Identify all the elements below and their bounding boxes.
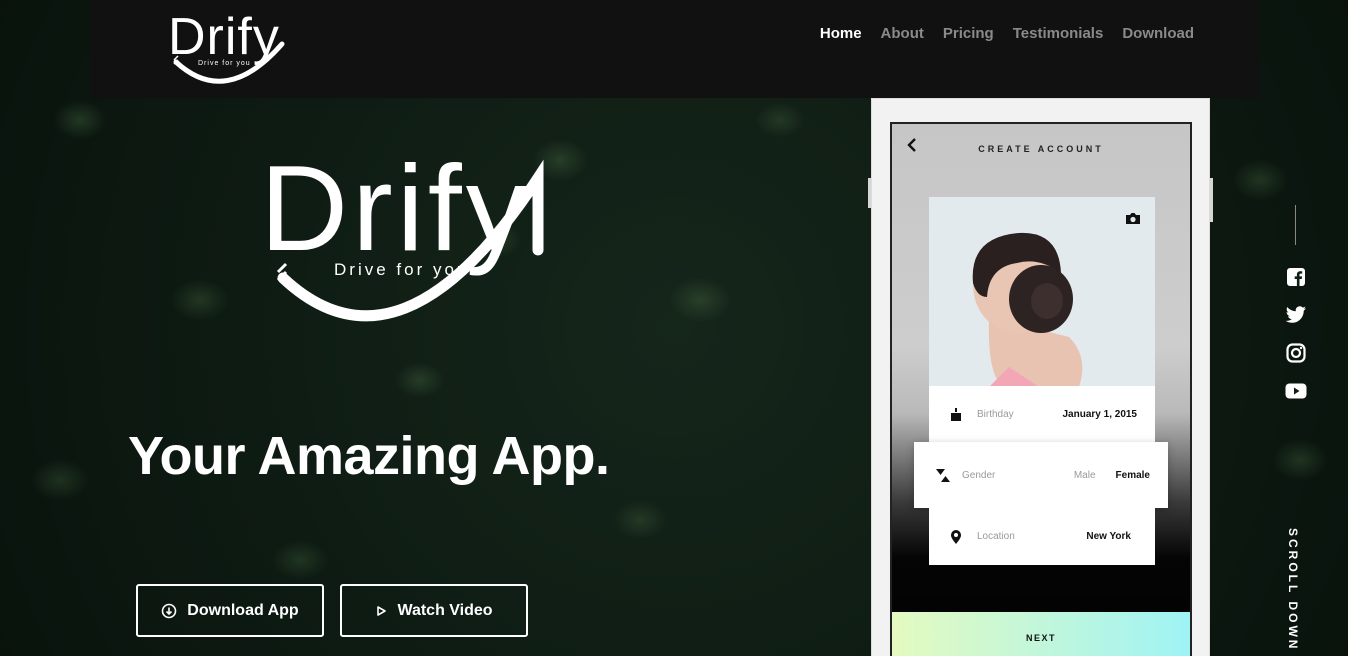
location-label: Location [977, 531, 1015, 542]
twitter-icon[interactable] [1285, 304, 1307, 326]
play-icon [375, 605, 387, 617]
location-value: New York [1086, 531, 1131, 542]
location-row[interactable]: Location New York [929, 508, 1155, 565]
scroll-down-indicator[interactable]: SCROLL DOWN [1286, 528, 1300, 651]
gender-option-male[interactable]: Male [1074, 470, 1096, 481]
hero-headline: Your Amazing App. [128, 426, 610, 486]
birthday-row[interactable]: Birthday January 1, 2015 [929, 386, 1155, 442]
cake-icon [941, 407, 971, 421]
location-pin-icon [941, 529, 971, 545]
phone-screen: CREATE ACCOUNT Birthday January 1, 2015 [890, 122, 1192, 656]
gender-icon [928, 467, 958, 483]
top-navbar: Drify Drive for you Home About Pricing T… [90, 0, 1260, 98]
create-account-title: CREATE ACCOUNT [978, 144, 1104, 154]
watch-video-button[interactable]: Watch Video [340, 584, 528, 637]
nav-item-home[interactable]: Home [820, 25, 862, 42]
instagram-icon[interactable] [1285, 342, 1307, 364]
nav-item-pricing[interactable]: Pricing [943, 25, 994, 42]
profile-photo[interactable] [929, 197, 1155, 387]
birthday-label: Birthday [977, 408, 1014, 420]
youtube-icon[interactable] [1285, 380, 1307, 402]
camera-icon[interactable] [1125, 211, 1141, 230]
navbar-logo[interactable]: Drify Drive for you [166, 4, 286, 90]
social-divider [1295, 205, 1296, 245]
facebook-icon[interactable] [1285, 266, 1307, 288]
next-button[interactable]: NEXT [892, 612, 1190, 656]
hero-logo-wordmark: Drify [260, 140, 531, 276]
nav-item-about[interactable]: About [881, 25, 924, 42]
nav-item-download[interactable]: Download [1122, 25, 1194, 42]
gender-row[interactable]: Gender Male Female [914, 442, 1168, 508]
watch-video-label: Watch Video [397, 601, 493, 619]
navbar-logo-tagline: Drive for you [198, 60, 251, 67]
phone-mockup: CREATE ACCOUNT Birthday January 1, 2015 [868, 98, 1213, 656]
birthday-value: January 1, 2015 [1062, 408, 1138, 420]
navbar-logo-wordmark: Drify [168, 8, 280, 66]
main-nav: Home About Pricing Testimonials Download [820, 25, 1194, 42]
download-app-button[interactable]: Download App [136, 584, 324, 637]
hero-logo: Drify Drive for you [250, 138, 560, 348]
nav-item-testimonials[interactable]: Testimonials [1013, 25, 1104, 42]
download-app-label: Download App [187, 601, 299, 619]
download-circle-icon [161, 603, 177, 619]
gender-label: Gender [962, 469, 996, 481]
gender-option-female[interactable]: Female [1116, 470, 1150, 481]
